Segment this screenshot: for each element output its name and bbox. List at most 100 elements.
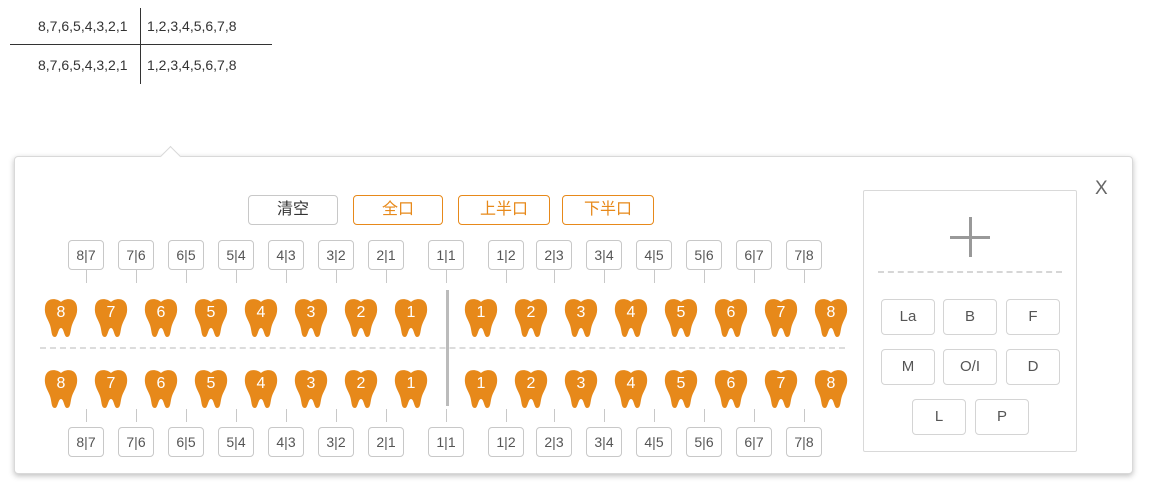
upper-half-button[interactable]: 上半口 [458,195,550,225]
upper-tooth-tag[interactable]: 3|2 [318,240,354,270]
upper-tooth[interactable]: 7 [763,297,799,337]
lower-tooth-tag[interactable]: 3|4 [586,427,622,457]
surface-button-b[interactable]: B [943,299,997,335]
tooth-number: 5 [676,304,686,321]
upper-tooth[interactable]: 6 [143,297,179,337]
upper-tooth[interactable]: 4 [243,297,279,337]
lower-tooth-tag[interactable]: 4|5 [636,427,672,457]
upper-tag-connector [804,270,805,283]
lower-tooth[interactable]: 3 [563,368,599,408]
upper-tooth[interactable]: 2 [343,297,379,337]
lower-tag-connector [286,409,287,422]
upper-tooth[interactable]: 5 [663,297,699,337]
tooth-number: 2 [356,304,366,321]
upper-tooth-tag[interactable]: 6|5 [168,240,204,270]
lower-tooth-tag[interactable]: 7|8 [786,427,822,457]
lower-tooth-tag[interactable]: 5|6 [686,427,722,457]
lower-tooth-tag[interactable]: 2|3 [536,427,572,457]
upper-tooth-tag[interactable]: 7|8 [786,240,822,270]
upper-tooth-tag[interactable]: 3|4 [586,240,622,270]
upper-tooth-tag[interactable]: 4|5 [636,240,672,270]
tooth-number: 5 [206,375,216,392]
lower-tooth[interactable]: 6 [143,368,179,408]
lower-tooth[interactable]: 5 [193,368,229,408]
tooth-number: 7 [776,375,786,392]
lower-tooth[interactable]: 7 [763,368,799,408]
upper-tooth-tag[interactable]: 2|1 [368,240,404,270]
upper-tag-connector [554,270,555,283]
tooth-number: 1 [406,375,416,392]
tooth-number: 7 [106,375,116,392]
upper-tooth-tag[interactable]: 5|4 [218,240,254,270]
upper-tooth-tag[interactable]: 5|6 [686,240,722,270]
surface-button-f[interactable]: F [1006,299,1060,335]
lower-tooth-tag[interactable]: 8|7 [68,427,104,457]
tooth-number: 6 [726,375,736,392]
lower-tooth[interactable]: 6 [713,368,749,408]
lower-half-button[interactable]: 下半口 [562,195,654,225]
lower-tooth[interactable]: 5 [663,368,699,408]
surface-button-l[interactable]: L [912,399,966,435]
upper-tooth[interactable]: 5 [193,297,229,337]
tooth-number: 2 [526,375,536,392]
jaw-divider [40,347,845,349]
clear-button[interactable]: 清空 [248,195,338,225]
tooth-number: 4 [626,304,636,321]
lower-tooth[interactable]: 2 [513,368,549,408]
upper-tooth[interactable]: 7 [93,297,129,337]
upper-tooth-tag[interactable]: 6|7 [736,240,772,270]
tooth-number: 8 [826,375,836,392]
upper-tooth[interactable]: 3 [563,297,599,337]
lower-tooth[interactable]: 2 [343,368,379,408]
lower-tooth[interactable]: 3 [293,368,329,408]
surface-button-la[interactable]: La [881,299,935,335]
lower-tooth[interactable]: 4 [613,368,649,408]
tooth-number: 6 [726,304,736,321]
lower-tooth[interactable]: 7 [93,368,129,408]
tooth-selector-panel: X 清空 全口 上半口 下半口 8|7 7|6 6|5 5|4 4|3 3|2 2|1 1|1… [14,145,1133,474]
surface-button-m[interactable]: M [881,349,935,385]
surface-button-oi[interactable]: O/I [943,349,997,385]
lower-tag-connector [336,409,337,422]
lower-tooth-tag[interactable]: 5|4 [218,427,254,457]
upper-tooth-tag[interactable]: 1|2 [488,240,524,270]
plus-icon[interactable] [950,217,990,257]
upper-tooth[interactable]: 2 [513,297,549,337]
surface-button-d[interactable]: D [1006,349,1060,385]
surface-button-p[interactable]: P [975,399,1029,435]
lower-tooth-tag[interactable]: 6|7 [736,427,772,457]
upper-tooth-tag[interactable]: 2|3 [536,240,572,270]
lower-tooth-tag[interactable]: 1|1 [428,427,464,457]
lower-tooth[interactable]: 4 [243,368,279,408]
tooth-number: 4 [626,375,636,392]
lower-tooth[interactable]: 1 [393,368,429,408]
lower-tooth[interactable]: 1 [463,368,499,408]
lower-tag-connector [704,409,705,422]
upper-tooth[interactable]: 3 [293,297,329,337]
lower-tooth-tag[interactable]: 7|6 [118,427,154,457]
upper-tooth-tag[interactable]: 4|3 [268,240,304,270]
lower-tooth[interactable]: 8 [813,368,849,408]
lower-tooth-tag[interactable]: 2|1 [368,427,404,457]
close-button[interactable]: X [1095,178,1108,200]
upper-tooth-tag[interactable]: 1|1 [428,240,464,270]
upper-tooth[interactable]: 4 [613,297,649,337]
lower-tag-connector [506,409,507,422]
upper-tooth[interactable]: 8 [813,297,849,337]
upper-tooth[interactable]: 6 [713,297,749,337]
upper-tag-connector [336,270,337,283]
lower-tag-connector [554,409,555,422]
upper-tooth[interactable]: 1 [463,297,499,337]
upper-tooth-tag[interactable]: 7|6 [118,240,154,270]
lower-tag-connector [186,409,187,422]
lower-tooth-tag[interactable]: 6|5 [168,427,204,457]
full-mouth-button[interactable]: 全口 [353,195,443,225]
upper-tooth[interactable]: 8 [43,297,79,337]
lower-tooth-tag[interactable]: 3|2 [318,427,354,457]
lower-tooth-tag[interactable]: 1|2 [488,427,524,457]
upper-tooth[interactable]: 1 [393,297,429,337]
tooth-number: 7 [106,304,116,321]
upper-tooth-tag[interactable]: 8|7 [68,240,104,270]
lower-tooth-tag[interactable]: 4|3 [268,427,304,457]
lower-tooth[interactable]: 8 [43,368,79,408]
